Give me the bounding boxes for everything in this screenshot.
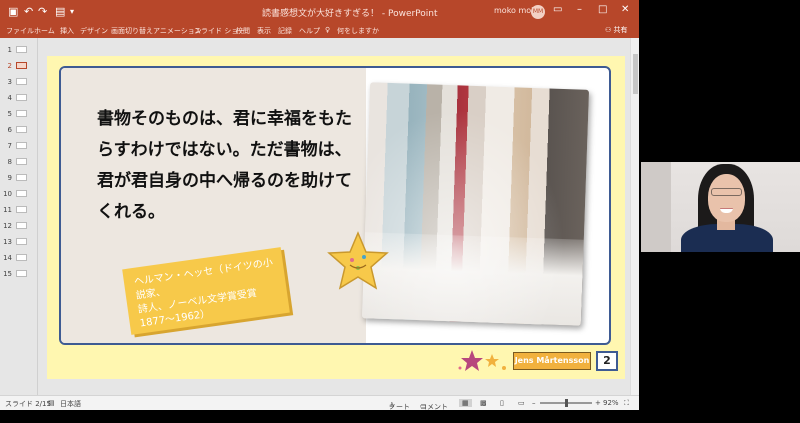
video-background-wall <box>641 162 671 252</box>
slideshow-view-icon[interactable]: ▭ <box>518 399 525 407</box>
slide-thumbnail[interactable] <box>16 206 27 213</box>
notes-label: ノート <box>389 403 410 410</box>
thumbnail-number: 4 <box>7 94 12 102</box>
presenter-glasses <box>711 188 742 196</box>
thumbnail-number: 9 <box>7 174 12 182</box>
ribbon-display-options-icon[interactable]: ▭ <box>553 4 562 15</box>
presenter-face <box>708 174 745 222</box>
tab-review[interactable]: 校閲 <box>236 26 250 36</box>
thumbnail-number: 12 <box>3 222 12 230</box>
scrollbar-thumb[interactable] <box>633 54 638 94</box>
slide-thumbnail[interactable] <box>16 174 27 181</box>
tell-me-search[interactable]: 何をしますか <box>337 26 379 36</box>
title-bar: ▣ ↶ ↷ ▤ ▾ 読書感想文が大好きすぎる！ - PowerPoint mok… <box>0 0 639 24</box>
slide-thumbnail[interactable] <box>16 158 27 165</box>
thumbnail-number: 7 <box>7 142 12 150</box>
thumbnail-number: 8 <box>7 158 12 166</box>
slide-sorter-icon[interactable]: ▩ <box>480 399 487 407</box>
star-sticker-icon[interactable] <box>326 230 390 294</box>
tab-help[interactable]: ヘルプ <box>299 26 320 36</box>
screen: ▣ ↶ ↷ ▤ ▾ 読書感想文が大好きすぎる！ - PowerPoint mok… <box>0 0 800 423</box>
avatar[interactable]: MM <box>531 5 545 19</box>
thumbnail-number: 3 <box>7 78 12 86</box>
slide-thumbnail[interactable] <box>16 78 27 85</box>
tab-insert[interactable]: 挿入 <box>60 26 74 36</box>
undo-icon[interactable]: ↶ <box>24 5 33 18</box>
ribbon-tabs: ファイル ホーム 挿入 デザイン 画面切り替え アニメーション スライド ショー… <box>0 24 639 38</box>
slide-thumbnail[interactable] <box>16 126 27 133</box>
slide-canvas[interactable]: 書物そのものは、君に幸福をもたらすわけではない。ただ書物は、君が君自身の中へ帰る… <box>47 56 625 379</box>
thumbnail-number: 14 <box>3 254 12 262</box>
status-bar: スライド 2/15 ▤ 日本語 ≜ ノート ▭ コメント ▦ ▩ ▯ ▭ – +… <box>0 395 639 410</box>
tab-home[interactable]: ホーム <box>34 26 55 36</box>
slide-indicator: スライド 2/15 <box>5 400 51 408</box>
present-icon[interactable]: ▤ <box>55 5 65 18</box>
thumbnail-number: 11 <box>3 206 12 214</box>
tab-transitions[interactable]: 画面切り替え <box>111 26 153 36</box>
powerpoint-window: ▣ ↶ ↷ ▤ ▾ 読書感想文が大好きすぎる！ - PowerPoint mok… <box>0 0 639 410</box>
normal-view-icon[interactable]: ▦ <box>459 399 472 407</box>
webcam-video-tile <box>641 162 800 252</box>
zoom-out-icon[interactable]: – <box>532 399 536 407</box>
slide-thumbnail-pane: 1 2 3 4 5 6 7 8 9 10 11 12 13 14 15 <box>0 38 38 395</box>
slide-thumbnail[interactable] <box>16 190 27 197</box>
sparkle-stars-icon <box>458 350 506 371</box>
slide-thumbnail[interactable] <box>16 110 27 117</box>
slide-thumbnail[interactable] <box>16 254 27 261</box>
thumbnail-number: 15 <box>3 270 12 278</box>
slide-thumbnail[interactable] <box>16 46 27 53</box>
presenter-name-label: Jens Mårtensson <box>513 352 591 370</box>
thumbnail-number: 2 <box>7 62 12 70</box>
tab-view[interactable]: 表示 <box>257 26 271 36</box>
minimize-icon[interactable]: – <box>577 4 582 15</box>
slide-thumbnail[interactable] <box>16 142 27 149</box>
zoom-slider-handle[interactable] <box>565 399 568 407</box>
tab-design[interactable]: デザイン <box>80 26 108 36</box>
redo-icon[interactable]: ↷ <box>38 5 47 18</box>
bookshelf-photo[interactable] <box>361 82 590 326</box>
spellcheck-icon[interactable]: ▤ <box>48 399 55 407</box>
thumbnail-number: 6 <box>7 126 12 134</box>
slide-frame: 書物そのものは、君に幸福をもたらすわけではない。ただ書物は、君が君自身の中へ帰る… <box>59 66 611 345</box>
slide-thumbnail[interactable] <box>16 270 27 277</box>
share-label: 共有 <box>613 26 628 34</box>
maximize-icon[interactable]: □ <box>598 4 607 15</box>
lightbulb-icon: ♀ <box>325 26 331 34</box>
thumbnail-number: 13 <box>3 238 12 246</box>
language-indicator[interactable]: 日本語 <box>60 399 81 409</box>
slide-thumbnail[interactable] <box>16 222 27 229</box>
customize-icon[interactable]: ▾ <box>70 7 74 16</box>
reading-view-icon[interactable]: ▯ <box>500 399 504 407</box>
thumbnail-number: 10 <box>3 190 12 198</box>
comments-label: コメント <box>420 403 448 410</box>
document-title: 読書感想文が大好きすぎる！ - PowerPoint <box>262 9 438 19</box>
slide-page-number: 2 <box>596 351 618 371</box>
photo-glow <box>361 82 590 326</box>
vertical-scrollbar[interactable] <box>630 38 639 395</box>
tab-file[interactable]: ファイル <box>6 26 34 36</box>
save-icon[interactable]: ▣ <box>8 5 18 18</box>
zoom-level[interactable]: 92% <box>603 399 619 407</box>
share-button[interactable]: ⚇ 共有 <box>605 25 628 35</box>
fit-slide-icon[interactable]: ⛶ <box>624 399 629 408</box>
slide-thumbnail[interactable] <box>16 238 27 245</box>
quote-text[interactable]: 書物そのものは、君に幸福をもたらすわけではない。ただ書物は、君が君自身の中へ帰る… <box>97 104 357 228</box>
person-icon: ⚇ <box>605 26 614 34</box>
thumbnail-number: 5 <box>7 110 12 118</box>
slide-thumbnail[interactable] <box>16 94 27 101</box>
slide-thumbnail-active[interactable] <box>16 62 27 69</box>
thumbnail-number: 1 <box>7 46 12 54</box>
tab-record[interactable]: 記録 <box>278 26 292 36</box>
zoom-in-icon[interactable]: + <box>595 399 601 407</box>
close-icon[interactable]: ✕ <box>621 4 629 15</box>
